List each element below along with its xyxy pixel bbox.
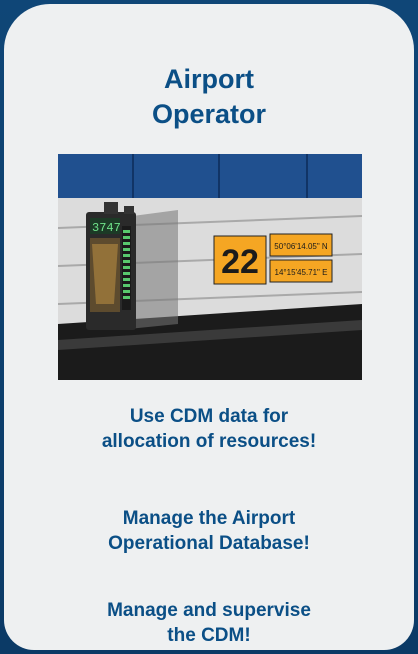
stand-photo: 3747 22 50°06'14.05" N 14°15'45.71" E xyxy=(58,154,362,380)
stand-number: 22 xyxy=(221,243,259,281)
stand-longitude: 14°15'45.71" E xyxy=(275,268,328,277)
role-card: Airport Operator 3747 22 50°06'14.05" N … xyxy=(4,4,414,650)
bullet-supervise: Manage and supervise the CDM! xyxy=(107,600,311,646)
page-background: Airport Operator 3747 22 50°06'14.05" N … xyxy=(0,0,418,654)
bullet-allocation: Use CDM data for allocation of resources… xyxy=(101,406,317,452)
stand-latitude: 50°06'14.05" N xyxy=(274,242,328,251)
card-title: Airport Operator xyxy=(151,64,267,129)
bullet-database: Manage the Airport Operational Database! xyxy=(108,508,310,554)
stand-display-number: 3747 xyxy=(92,221,121,235)
airport-stand-sign-photo-icon: 3747 22 50°06'14.05" N 14°15'45.71" E xyxy=(58,154,362,380)
